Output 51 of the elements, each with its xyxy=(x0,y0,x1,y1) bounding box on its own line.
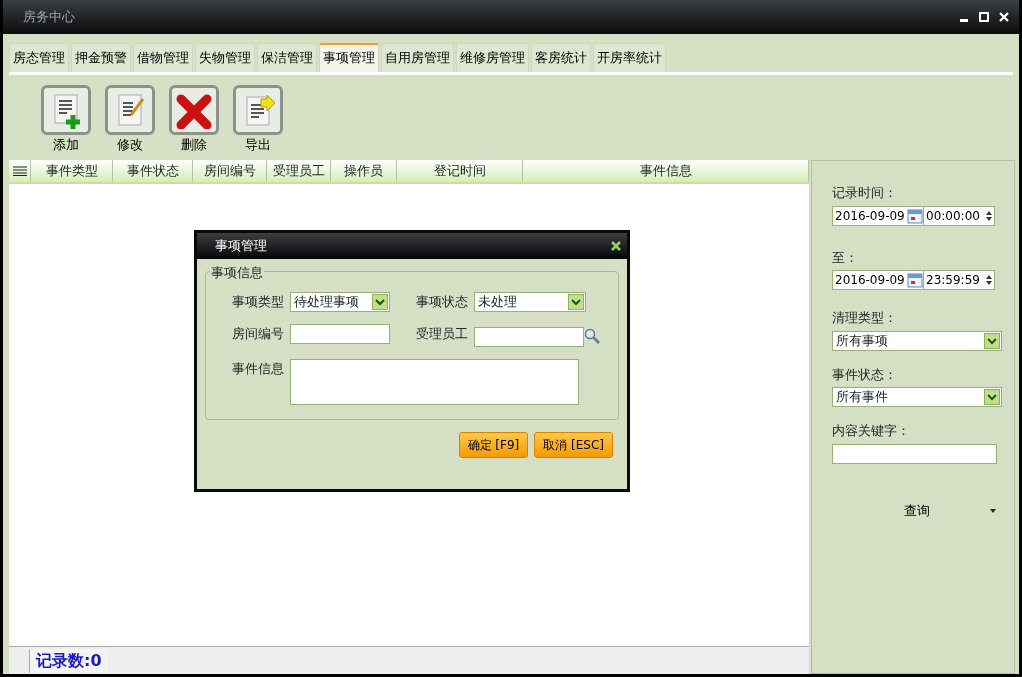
tab[interactable]: 维修房管理 xyxy=(456,43,529,72)
tab[interactable]: 房态管理 xyxy=(9,43,69,72)
column-header[interactable]: 事件信息 xyxy=(523,160,809,182)
input-field[interactable] xyxy=(474,327,584,347)
tab[interactable]: 事项管理 xyxy=(319,43,379,72)
maximize-icon[interactable] xyxy=(979,12,989,22)
dropdown[interactable]: 待处理事项 xyxy=(290,292,390,312)
field-label: 事项类型 xyxy=(231,293,284,311)
dropdown[interactable]: 未处理 xyxy=(474,292,586,312)
field-label: 事件信息 xyxy=(231,360,284,378)
field-label: 受理员工 xyxy=(415,325,468,343)
dialog-title: 事项管理 xyxy=(215,237,267,256)
date-field[interactable]: 2016-09-09 xyxy=(832,205,924,226)
record-count: 记录数:0 xyxy=(29,648,108,673)
time-field[interactable]: 23:59:59 xyxy=(924,270,995,290)
field-label: 内容关键字： xyxy=(832,422,911,440)
field-label: 事件状态： xyxy=(832,365,898,384)
dropdown[interactable]: 所有事项 xyxy=(832,330,1002,351)
tab[interactable]: 保洁管理 xyxy=(257,43,317,72)
query-button[interactable]: 查询 xyxy=(832,499,1002,522)
field-label: 事项状态 xyxy=(415,293,468,311)
calendar-icon[interactable] xyxy=(907,207,923,224)
window-title: 房务中心 xyxy=(23,8,75,27)
tab[interactable]: 客房统计 xyxy=(531,43,591,72)
field-label: 房间编号 xyxy=(231,325,284,343)
field-label: 记录时间： xyxy=(832,184,898,202)
keyword-field[interactable] xyxy=(832,443,997,464)
dropdown[interactable]: 所有事件 xyxy=(832,387,1002,407)
calendar-icon[interactable] xyxy=(907,272,923,288)
caret-icon xyxy=(990,508,996,513)
input-field[interactable] xyxy=(290,324,390,344)
column-header[interactable]: 受理员工 xyxy=(267,160,331,182)
tab[interactable]: 开房率统计 xyxy=(593,43,666,72)
date-field[interactable]: 2016-09-09 xyxy=(832,270,924,290)
dialog-button[interactable]: 取消 [ESC] xyxy=(534,432,613,458)
tab[interactable]: 失物管理 xyxy=(195,43,255,72)
search-icon[interactable] xyxy=(584,327,600,344)
field-label: 清理类型： xyxy=(832,309,898,327)
column-header[interactable]: 登记时间 xyxy=(397,160,523,182)
column-header[interactable]: 事件状态 xyxy=(113,160,193,182)
tab[interactable]: 借物管理 xyxy=(133,43,193,72)
column-header[interactable]: 事件类型 xyxy=(31,160,113,182)
close-icon[interactable] xyxy=(611,241,621,251)
column-header[interactable]: 房间编号 xyxy=(193,160,267,182)
tab[interactable]: 押金预警 xyxy=(71,43,131,72)
list-icon xyxy=(12,166,27,176)
time-field[interactable]: 00:00:00 xyxy=(924,205,995,226)
field-label: 至： xyxy=(832,248,859,267)
column-header[interactable]: 操作员 xyxy=(331,160,397,182)
tab[interactable]: 自用房管理 xyxy=(381,43,454,72)
dialog-button[interactable]: 确定 [F9] xyxy=(458,432,529,458)
